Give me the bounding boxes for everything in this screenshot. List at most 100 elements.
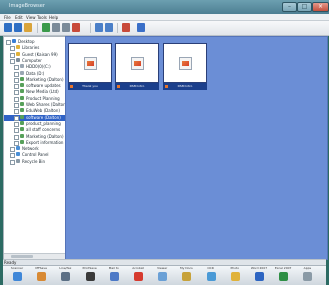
launcher-my-docs[interactable]: My Docs — [176, 266, 196, 285]
tree-scroll-thumb[interactable] — [11, 255, 33, 258]
expand-toggle-icon[interactable] — [14, 96, 19, 102]
close-icon: × — [317, 3, 324, 10]
launcher-label: MFSave — [35, 266, 47, 270]
launcher-mfsave[interactable]: MFSave — [31, 266, 51, 285]
refresh-icon[interactable] — [42, 23, 50, 32]
settings-icon[interactable] — [122, 23, 130, 32]
expand-toggle-icon[interactable] — [10, 58, 15, 64]
file-thumbnail[interactable]: DSM Intro — [115, 43, 159, 91]
tree-item-label: Recycle Bin — [22, 158, 46, 164]
menu-tools[interactable]: Tools — [37, 15, 47, 20]
expand-toggle-icon[interactable] — [14, 140, 19, 146]
rotate-right-icon[interactable] — [105, 23, 113, 32]
maximize-button[interactable]: □ — [297, 2, 312, 12]
toolbar-separator — [37, 23, 38, 33]
tree-item-label: Network — [22, 146, 39, 152]
tree-item[interactable]: product_planning — [4, 120, 65, 127]
folder-icon — [20, 120, 24, 125]
folder-icon — [20, 89, 24, 94]
expand-toggle-icon[interactable] — [14, 77, 19, 83]
document-icon — [84, 57, 97, 70]
tree-item[interactable]: software (Dalton) — [4, 114, 65, 121]
close-button[interactable]: × — [312, 2, 329, 12]
expand-toggle-icon[interactable] — [10, 46, 15, 52]
expand-toggle-icon[interactable] — [14, 84, 19, 90]
tree-item[interactable]: Product Planning — [4, 95, 65, 102]
file-caption: DSM Intro — [163, 83, 207, 90]
expand-toggle-icon[interactable] — [10, 153, 15, 159]
folder-icon — [20, 139, 24, 144]
launcher-printsave[interactable]: PrintSave — [80, 266, 100, 285]
folder-tree[interactable]: Desktop Libraries Guest (Kaisan 99) Compute… — [3, 36, 66, 260]
launcher-label: OCR — [207, 266, 214, 270]
tree-item[interactable]: Libraries — [4, 45, 65, 52]
tree-item-label: software (Dalton) — [26, 114, 61, 120]
file-view[interactable]: Thank you DSM Intro DSM Intro — [65, 36, 328, 260]
launcher-icon — [13, 272, 22, 281]
menu-file[interactable]: File — [4, 15, 11, 20]
tree-item[interactable]: Web Shares (Dalton) — [4, 102, 65, 108]
minimize-button[interactable]: – — [282, 2, 297, 12]
expand-toggle-icon[interactable] — [14, 134, 19, 140]
tree-item[interactable]: EduWeb (Dalton) — [4, 108, 65, 115]
tree-item[interactable]: Marketing (Dalton) — [4, 133, 65, 140]
folder-icon — [16, 158, 20, 163]
tree-item-label: software updates — [26, 83, 61, 89]
tree-item[interactable]: Recycle Bin — [4, 158, 65, 165]
tree-item[interactable]: Desktop — [4, 39, 65, 45]
launcher-word-2007[interactable]: Word 2007 — [249, 266, 269, 285]
expand-toggle-icon[interactable] — [6, 40, 11, 45]
delete-icon[interactable] — [72, 23, 80, 32]
tree-item[interactable]: software updates — [4, 83, 65, 90]
expand-toggle-icon[interactable] — [10, 159, 15, 165]
launcher-photo[interactable]: Photo — [225, 266, 245, 285]
up-folder-icon[interactable] — [24, 23, 32, 32]
file-thumbnail[interactable]: Thank you — [68, 43, 112, 91]
launcher-viewer[interactable]: Viewer — [152, 266, 172, 285]
tree-item[interactable]: Control Panel — [4, 152, 65, 159]
tree-item-label: Control Panel — [22, 152, 49, 158]
tree-item[interactable]: Marketing (Dalton) — [4, 76, 65, 83]
expand-toggle-icon[interactable] — [14, 103, 19, 108]
expand-toggle-icon[interactable] — [10, 147, 15, 153]
tree-item[interactable]: Export information — [4, 139, 65, 146]
expand-toggle-icon[interactable] — [14, 109, 19, 115]
expand-toggle-icon[interactable] — [14, 71, 19, 77]
help-icon[interactable] — [137, 23, 145, 32]
rotate-left-icon[interactable] — [95, 23, 103, 32]
tree-item[interactable]: Data (D:) — [4, 70, 65, 77]
back-icon[interactable] — [4, 23, 12, 32]
launcher-ocr[interactable]: OCR — [201, 266, 221, 285]
file-thumbnail[interactable]: DSM Intro — [163, 43, 207, 91]
expand-toggle-icon[interactable] — [14, 115, 19, 121]
thumbnail-preview — [115, 43, 159, 83]
menu-help[interactable]: Help — [49, 15, 58, 20]
launcher-excel-2007[interactable]: Excel 2007 — [273, 266, 293, 285]
toolbar-separator — [90, 23, 91, 33]
title-bar[interactable]: ImageBrowser – □ × — [0, 0, 329, 14]
expand-toggle-icon[interactable] — [14, 121, 19, 127]
launcher-icon — [279, 272, 289, 281]
copy-icon[interactable] — [52, 23, 60, 32]
launcher-icon — [134, 272, 143, 281]
forward-icon[interactable] — [14, 23, 22, 32]
expand-toggle-icon[interactable] — [14, 128, 19, 134]
tree-item[interactable]: all staff concerns — [4, 127, 65, 134]
expand-toggle-icon[interactable] — [14, 90, 19, 96]
tree-item[interactable]: Computer — [4, 57, 65, 64]
launcher-line-fax[interactable]: Line/fax — [55, 266, 75, 285]
tree-item[interactable]: Guest (Kaisan 99) — [4, 51, 65, 58]
expand-toggle-icon[interactable] — [10, 52, 15, 58]
app-window: ImageBrowser – □ × File Edit View Tools Help… — [0, 0, 329, 285]
tree-item[interactable]: HDD0(0)(C:) — [4, 64, 65, 71]
launcher-mail-to[interactable]: Mail to — [104, 266, 124, 285]
launcher-acrobat[interactable]: Acrobat — [128, 266, 148, 285]
expand-toggle-icon[interactable] — [14, 65, 19, 71]
launcher-scanner[interactable]: Scanner — [7, 266, 27, 285]
tree-item[interactable]: New Media (Ltd) — [4, 89, 65, 96]
paste-icon[interactable] — [62, 23, 70, 32]
menu-edit[interactable]: Edit — [15, 15, 23, 20]
launcher-apps[interactable]: Apps — [297, 266, 317, 285]
menu-view[interactable]: View — [26, 15, 36, 20]
tree-item[interactable]: Network — [4, 146, 65, 153]
